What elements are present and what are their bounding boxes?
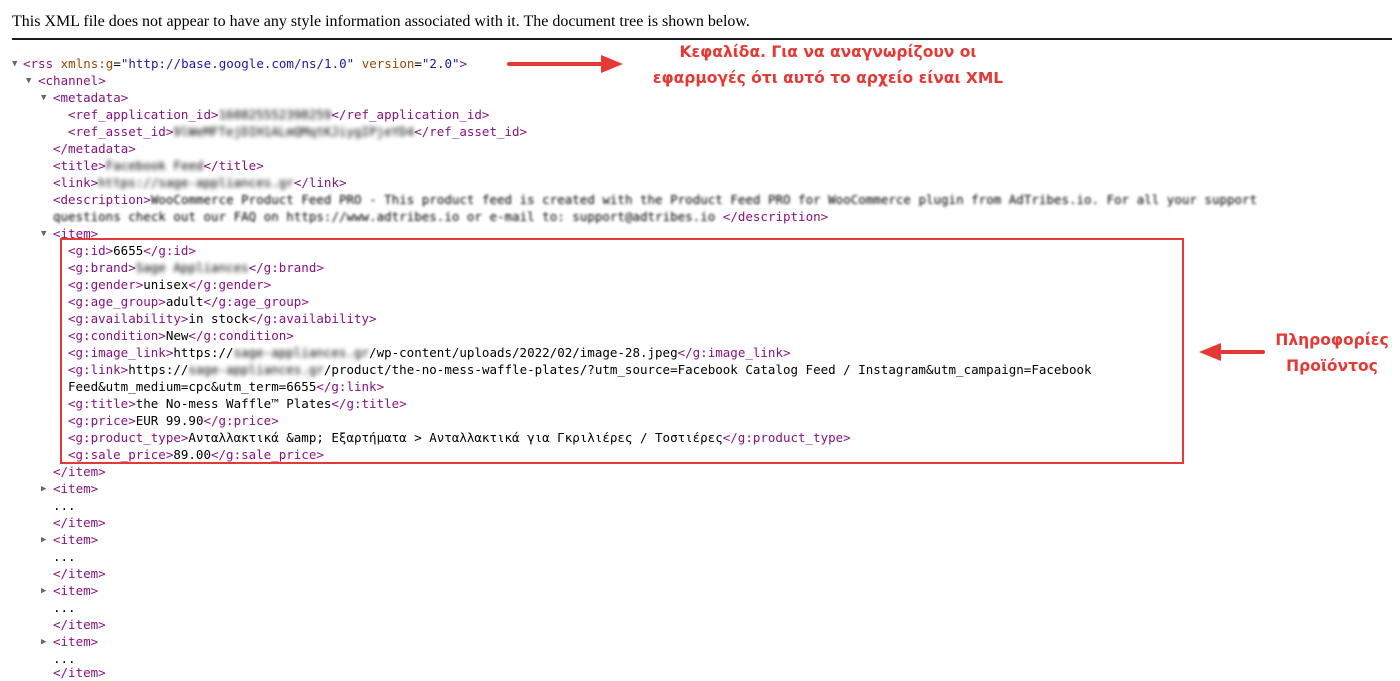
ref-application-id-value: 160825552398259 bbox=[218, 107, 332, 122]
collapse-toggle-metadata[interactable]: ▼ bbox=[41, 90, 46, 107]
item-collapsed-ellipsis: ... bbox=[53, 600, 76, 615]
item-open-tag[interactable]: <item> bbox=[53, 582, 98, 599]
ref-asset-id-value: 9lWeMFTejDIH1ALmQMqtKJiygIPjeYD4 bbox=[173, 124, 415, 139]
ref-application-id-line: <ref_application_id>160825552398259</ref… bbox=[68, 107, 490, 122]
expand-toggle-item[interactable]: ▶ bbox=[41, 583, 46, 600]
channel-open-tag: <channel> bbox=[38, 73, 106, 88]
product-annotation-arrow bbox=[1199, 343, 1265, 361]
channel-description-line-2: questions check out our FAQ on https://w… bbox=[53, 209, 829, 224]
channel-description-line: <description>WooCommerce Product Feed PR… bbox=[53, 192, 1258, 207]
item-collapsed-ellipsis: ... bbox=[53, 549, 76, 564]
item-open-tag[interactable]: <item> bbox=[53, 633, 98, 650]
product-annotation-line-2: Προϊόντος bbox=[1286, 357, 1378, 375]
expand-toggle-item[interactable]: ▶ bbox=[41, 634, 46, 651]
product-annotation-line-1: Πληροφορίες bbox=[1275, 331, 1389, 349]
expand-toggle-item[interactable]: ▶ bbox=[41, 481, 46, 498]
header-annotation-line-1: Κεφαλίδα. Για να αναγνωρίζουν οι bbox=[679, 43, 977, 61]
collapse-toggle-channel[interactable]: ▼ bbox=[26, 73, 31, 90]
item-open-tag[interactable]: <item> bbox=[53, 480, 98, 497]
metadata-open-tag: <metadata> bbox=[53, 90, 129, 105]
channel-title-line: <title>Facebook Feed</title> bbox=[53, 158, 264, 173]
item-close-tag: </item> bbox=[53, 566, 106, 581]
header-annotation-line-2: εφαρμογές ότι αυτό το αρχείο είναι XML bbox=[652, 69, 1004, 87]
item-close-tag: </item> bbox=[53, 617, 106, 632]
item-collapsed-ellipsis: ... bbox=[53, 498, 76, 513]
item-close-tag: </item> bbox=[53, 464, 106, 479]
header-annotation-text: Κεφαλίδα. Για να αναγνωρίζουν οι εφαρμογ… bbox=[628, 39, 1028, 91]
collapse-toggle-rss[interactable]: ▼ bbox=[12, 56, 17, 73]
item-open-tag[interactable]: <item> bbox=[53, 531, 98, 548]
product-annotation-text: Πληροφορίες Προϊόντος bbox=[1268, 327, 1396, 379]
rss-open-tag: <rss xmlns:g="http://base.google.com/ns/… bbox=[23, 56, 468, 71]
item-close-tag: </item> bbox=[53, 665, 106, 680]
metadata-close-tag: </metadata> bbox=[53, 141, 136, 156]
expand-toggle-item[interactable]: ▶ bbox=[41, 532, 46, 549]
collapse-toggle-item[interactable]: ▼ bbox=[41, 226, 46, 243]
channel-link-line: <link>https://sage-appliances.gr</link> bbox=[53, 175, 347, 190]
no-style-info-message: This XML file does not appear to have an… bbox=[12, 13, 750, 30]
item-close-tag: </item> bbox=[53, 515, 106, 530]
ref-asset-id-line: <ref_asset_id>9lWeMFTejDIH1ALmQMqtKJiygI… bbox=[68, 124, 528, 139]
product-info-highlight-box bbox=[60, 238, 1184, 464]
header-annotation-arrow bbox=[507, 55, 623, 73]
